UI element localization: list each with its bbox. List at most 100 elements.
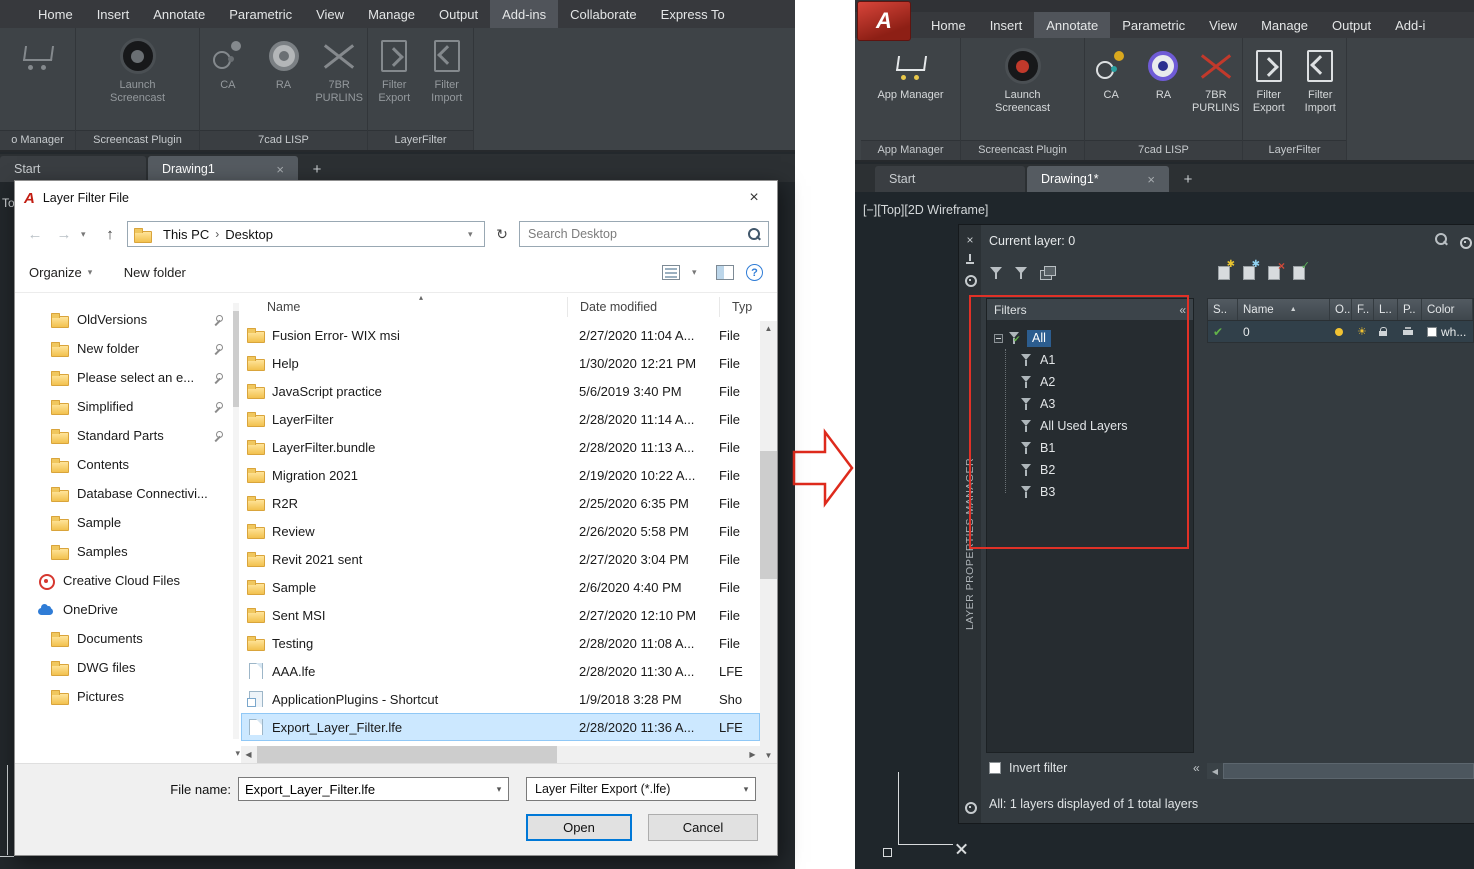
sidebar-scrollbar[interactable] — [233, 303, 239, 739]
sidebar-folder-item[interactable]: Documents — [15, 624, 241, 653]
scroll-up-icon[interactable] — [760, 321, 777, 336]
ribbon-tab[interactable]: Insert — [85, 0, 142, 28]
column-lock[interactable]: L.. — [1374, 299, 1398, 320]
scrollbar-thumb[interactable] — [233, 311, 239, 407]
column-status[interactable]: S.. — [1208, 299, 1238, 320]
file-row[interactable]: Sample 2/6/2020 4:40 PM File — [241, 573, 760, 601]
viewport-controls-label[interactable]: [−][Top][2D Wireframe] — [863, 203, 988, 217]
close-palette-icon[interactable] — [963, 233, 977, 247]
collapse-pane-icon[interactable] — [1193, 761, 1200, 775]
column-color[interactable]: Color — [1422, 299, 1473, 320]
combo-dropdown-icon[interactable] — [737, 778, 755, 800]
column-plot[interactable]: P.. — [1398, 299, 1422, 320]
autocad-logo[interactable] — [857, 1, 911, 41]
open-button[interactable]: Open — [526, 814, 632, 841]
breadcrumb-desktop[interactable]: Desktop — [219, 227, 279, 242]
forward-button[interactable] — [52, 222, 76, 246]
filter-export-button[interactable]: Filter Export — [368, 34, 421, 105]
change-view-icon[interactable] — [662, 265, 680, 280]
column-on[interactable]: O.. — [1330, 299, 1352, 320]
filter-import-button[interactable]: Filter Import — [421, 34, 474, 105]
filter-tree-item[interactable]: B1 — [994, 437, 1193, 459]
column-header-name[interactable]: Name — [241, 293, 567, 321]
sidebar-folder-item[interactable]: OldVersions — [15, 305, 241, 334]
sidebar-scroll-down-icon[interactable] — [235, 748, 240, 759]
layer-on-cell[interactable] — [1330, 327, 1352, 336]
ribbon-tab[interactable]: Parametric — [1110, 12, 1197, 38]
ribbon-tab[interactable]: Parametric — [217, 0, 304, 28]
ribbon-tab[interactable]: Output — [1320, 12, 1383, 38]
list-horizontal-scrollbar[interactable] — [241, 746, 760, 763]
dialog-title-bar[interactable]: Layer Filter File — [15, 181, 777, 215]
ribbon-tab[interactable]: View — [304, 0, 356, 28]
ribbon-tab[interactable]: Express To — [649, 0, 737, 28]
sidebar-folder-item[interactable]: New folder — [15, 334, 241, 363]
purlins-button[interactable]: 7BR PURLINS — [1190, 44, 1242, 115]
layer-states-manager-icon[interactable] — [1039, 265, 1056, 281]
sidebar-folder-item[interactable]: DWG files — [15, 653, 241, 682]
app-manager-button[interactable]: App Manager — [861, 44, 960, 102]
history-dropdown-icon[interactable] — [81, 229, 93, 240]
ribbon-tab[interactable]: Manage — [356, 0, 427, 28]
filter-tree-item[interactable]: A1 — [994, 349, 1193, 371]
layer-list-scrollbar[interactable] — [1207, 763, 1474, 779]
file-row[interactable]: JavaScript practice 5/6/2019 3:40 PM Fil… — [241, 377, 760, 405]
filter-tree-root[interactable]: All — [994, 327, 1193, 349]
layer-row[interactable]: 0 wh... — [1207, 321, 1474, 343]
launch-screencast-button[interactable]: Launch Screencast — [961, 44, 1084, 115]
sidebar-folder-item[interactable]: Creative Cloud Files — [15, 566, 241, 595]
column-freeze[interactable]: F.. — [1352, 299, 1374, 320]
ribbon-tab[interactable]: Home — [919, 12, 978, 38]
palette-properties-icon[interactable] — [963, 273, 977, 287]
address-dropdown-icon[interactable] — [468, 229, 480, 240]
file-tab-drawing1[interactable]: Drawing1 — [148, 156, 298, 182]
address-bar[interactable]: This PC Desktop — [127, 221, 485, 247]
layer-color-cell[interactable]: wh... — [1422, 325, 1473, 339]
scroll-left-icon[interactable] — [1207, 763, 1223, 779]
view-dropdown-icon[interactable] — [692, 267, 704, 278]
new-group-filter-icon[interactable] — [1014, 265, 1030, 281]
search-icon[interactable] — [747, 227, 761, 241]
ribbon-tab[interactable]: Annotate — [1034, 12, 1111, 38]
list-vertical-scrollbar[interactable] — [760, 321, 777, 763]
file-row[interactable]: LayerFilter 2/28/2020 11:14 A... File — [241, 405, 760, 433]
ribbon-tab[interactable]: Collaborate — [558, 0, 649, 28]
sidebar-folder-item[interactable]: Sample — [15, 508, 241, 537]
scrollbar-thumb[interactable] — [760, 451, 777, 579]
filter-tree-item[interactable]: All Used Layers — [994, 415, 1193, 437]
file-row[interactable]: Migration 2021 2/19/2020 10:22 A... File — [241, 461, 760, 489]
cancel-button[interactable]: Cancel — [648, 814, 758, 841]
column-header-type[interactable]: Typ — [719, 297, 777, 317]
file-row[interactable]: Revit 2021 sent 2/27/2020 3:04 PM File — [241, 545, 760, 573]
up-button[interactable] — [98, 222, 122, 246]
palette-settings-icon[interactable] — [963, 800, 977, 814]
new-layer-icon[interactable] — [1216, 259, 1235, 280]
combo-dropdown-icon[interactable] — [490, 778, 508, 800]
file-type-combo[interactable]: Layer Filter Export (*.lfe) — [526, 777, 756, 801]
file-name-input[interactable] — [239, 781, 490, 797]
column-header-date-modified[interactable]: Date modified — [567, 297, 719, 317]
new-folder-button[interactable]: New folder — [124, 265, 186, 280]
close-dialog-button[interactable] — [731, 181, 777, 215]
set-current-layer-icon[interactable] — [1291, 259, 1310, 280]
scroll-left-icon[interactable] — [241, 746, 256, 763]
new-property-filter-icon[interactable] — [989, 265, 1005, 281]
filter-tree-item[interactable]: A2 — [994, 371, 1193, 393]
layer-settings-icon[interactable] — [1458, 235, 1472, 249]
scrollbar-thumb[interactable] — [257, 746, 557, 763]
ribbon-tab[interactable]: Home — [26, 0, 85, 28]
new-layer-vp-frozen-icon[interactable] — [1241, 259, 1260, 280]
search-input[interactable] — [524, 227, 747, 241]
organize-menu[interactable]: Organize — [29, 265, 100, 280]
ribbon-tab[interactable]: Add-ins — [490, 0, 559, 28]
app-manager-button[interactable] — [0, 34, 75, 79]
filter-import-button[interactable]: Filter Import — [1295, 44, 1347, 115]
filter-tree-item[interactable]: A3 — [994, 393, 1193, 415]
refresh-button[interactable] — [490, 222, 514, 246]
filter-tree-item[interactable]: B3 — [994, 481, 1193, 503]
file-row[interactable]: Sent MSI 2/27/2020 12:10 PM File — [241, 601, 760, 629]
filter-tree-item[interactable]: B2 — [994, 459, 1193, 481]
column-name[interactable]: Name — [1238, 299, 1330, 320]
sidebar-folder-item[interactable]: Samples — [15, 537, 241, 566]
sidebar-folder-item[interactable]: Database Connectivi... — [15, 479, 241, 508]
